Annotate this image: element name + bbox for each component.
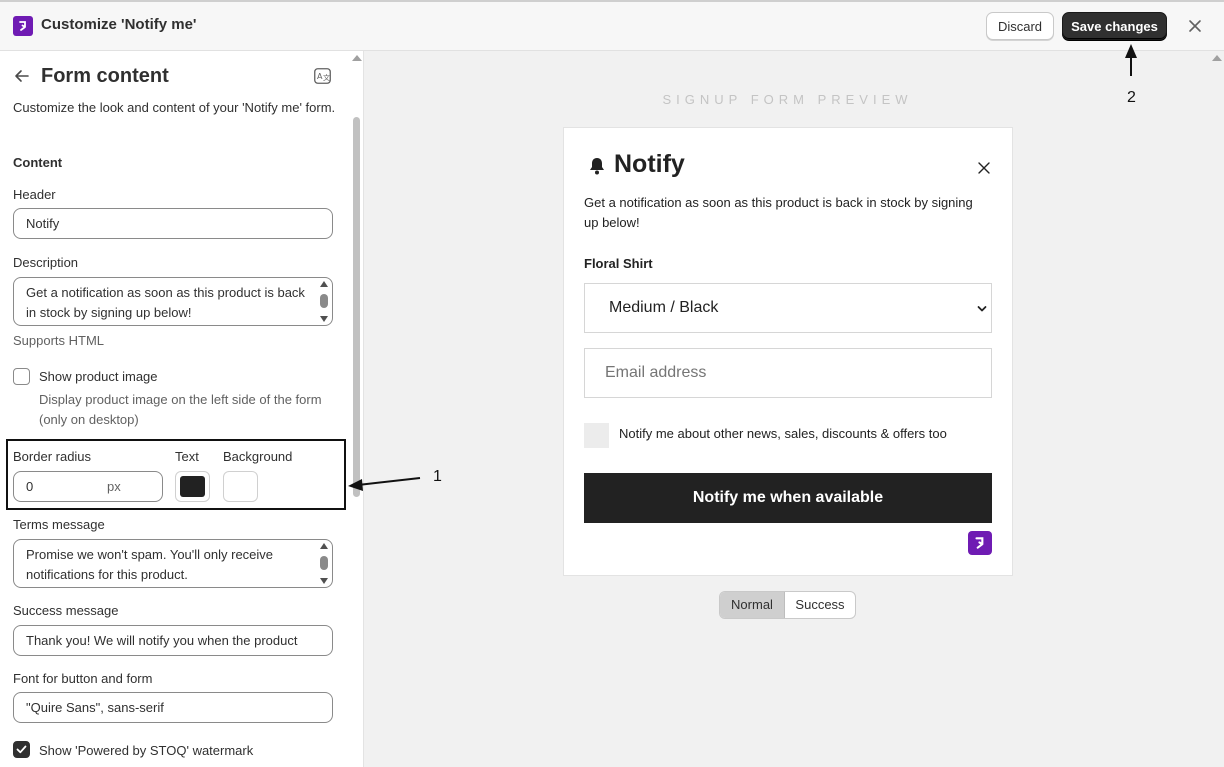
terms-message-label: Terms message	[13, 517, 105, 532]
section-heading-content: Content	[13, 155, 63, 170]
settings-panel: Form content A文 Customize the look and c…	[0, 51, 364, 767]
top-bar: Customize 'Notify me' Discard Save chang…	[0, 0, 1224, 51]
chevron-down-icon	[977, 306, 987, 312]
panel-description: Customize the look and content of your '…	[13, 100, 336, 115]
email-placeholder: Email address	[605, 364, 707, 381]
toggle-success[interactable]: Success	[785, 592, 855, 618]
show-product-image-checkbox[interactable]	[13, 368, 30, 385]
email-input[interactable]: Email address	[584, 348, 992, 398]
app-logo-icon	[13, 16, 33, 36]
preview-state-toggle: Normal Success	[719, 591, 856, 619]
terms-message-text: Promise we won't spam. You'll only recei…	[26, 547, 274, 582]
annotation-number-1: 1	[433, 468, 442, 485]
annotation-number-2: 2	[1127, 89, 1136, 106]
preview-scroll-up-arrow[interactable]	[1212, 55, 1222, 61]
textarea-scrollbar[interactable]	[320, 281, 329, 322]
newsletter-label: Notify me about other news, sales, disco…	[619, 426, 947, 441]
notify-me-button[interactable]: Notify me when available	[584, 473, 992, 523]
header-label: Header	[13, 187, 56, 202]
textarea-scrollbar[interactable]	[320, 543, 329, 584]
description-label: Description	[13, 255, 79, 270]
show-product-image-label: Show product image	[39, 369, 158, 384]
panel-title: Form content	[41, 65, 169, 87]
discard-button[interactable]: Discard	[986, 12, 1054, 40]
close-icon[interactable]	[1186, 17, 1204, 35]
scroll-up-arrow[interactable]	[352, 55, 362, 61]
variant-select[interactable]: Medium / Black	[584, 283, 992, 333]
annotation-highlight-box	[6, 439, 346, 510]
product-name: Floral Shirt	[584, 256, 653, 271]
form-description: Get a notification as soon as this produ…	[584, 195, 973, 230]
font-label: Font for button and form	[13, 671, 153, 686]
newsletter-checkbox[interactable]	[584, 423, 609, 448]
header-input[interactable]: Notify	[13, 208, 333, 239]
terms-message-textarea[interactable]: Promise we won't spam. You'll only recei…	[13, 539, 333, 588]
success-message-input[interactable]: Thank you! We will notify you when the p…	[13, 625, 333, 656]
checkmark-icon	[16, 745, 27, 754]
success-message-label: Success message	[13, 603, 119, 618]
form-title: Notify	[614, 150, 685, 178]
bell-icon	[587, 156, 607, 176]
app-logo-icon[interactable]	[968, 531, 992, 555]
font-input[interactable]: "Quire Sans", sans-serif	[13, 692, 333, 723]
description-textarea[interactable]: Get a notification as soon as this produ…	[13, 277, 333, 326]
close-icon[interactable]	[977, 161, 991, 175]
scroll-thumb[interactable]	[353, 117, 360, 497]
panel-scrollbar[interactable]	[349, 51, 363, 767]
svg-text:文: 文	[323, 73, 330, 82]
watermark-checkbox[interactable]	[13, 741, 30, 758]
description-text: Get a notification as soon as this produ…	[26, 285, 305, 320]
supports-html-help: Supports HTML	[13, 333, 105, 348]
translate-icon[interactable]: A文	[314, 68, 331, 84]
page-title: Customize 'Notify me'	[41, 16, 197, 33]
variant-value: Medium / Black	[609, 299, 719, 316]
toggle-normal[interactable]: Normal	[720, 592, 785, 618]
watermark-label: Show 'Powered by STOQ' watermark	[39, 743, 254, 758]
preview-label: SIGNUP FORM PREVIEW	[662, 92, 913, 107]
save-changes-button[interactable]: Save changes	[1062, 12, 1167, 40]
show-product-image-help: Display product image on the left side o…	[39, 392, 322, 427]
arrow-left-icon[interactable]	[13, 67, 31, 85]
